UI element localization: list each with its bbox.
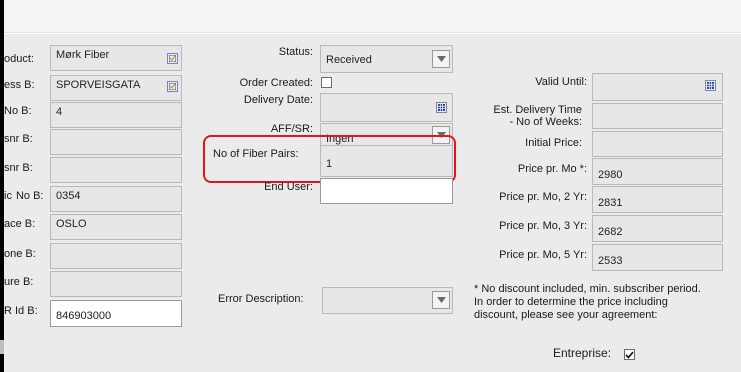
price-mo-value: 2980 bbox=[598, 169, 623, 181]
status-label: Status: bbox=[278, 46, 313, 58]
price-3yr-field[interactable]: 2682 bbox=[592, 215, 723, 242]
place-field[interactable]: OSLO bbox=[50, 214, 182, 240]
house-no-value: 4 bbox=[56, 106, 63, 118]
phone-label: one B: bbox=[4, 248, 36, 260]
fiber-pairs-highlight bbox=[203, 135, 456, 183]
end-user-label: End User: bbox=[264, 181, 313, 193]
order-created-checkbox[interactable] bbox=[321, 77, 332, 88]
house-no-label: No B: bbox=[4, 105, 32, 117]
house-no-field[interactable]: 4 bbox=[50, 102, 182, 128]
phone-field[interactable] bbox=[50, 243, 182, 269]
entreprise-checkbox[interactable] bbox=[624, 349, 635, 360]
header-band bbox=[4, 0, 741, 33]
address-label: ess B: bbox=[4, 79, 35, 91]
delivery-date-field[interactable] bbox=[320, 93, 453, 122]
end-user-field[interactable] bbox=[320, 178, 453, 204]
r-id-value: 846903000 bbox=[56, 310, 112, 322]
delivery-date-label: Delivery Date: bbox=[243, 94, 313, 106]
price-3yr-value: 2682 bbox=[598, 226, 623, 238]
place-value: OSLO bbox=[56, 218, 87, 230]
price-2yr-label: Price pr. Mo, 2 Yr: bbox=[499, 191, 587, 203]
price-note-line-2: In order to determine the price includin… bbox=[474, 296, 668, 308]
field-5-input[interactable] bbox=[50, 157, 182, 183]
field-4-label: snr B: bbox=[4, 133, 33, 145]
r-id-field[interactable]: 846903000 bbox=[50, 300, 182, 327]
price-note-line-1: * No discount included, min. subscriber … bbox=[474, 283, 701, 295]
error-description-dropdown-button[interactable] bbox=[432, 291, 450, 309]
dropdown-arrow-icon bbox=[436, 56, 446, 62]
signature-label: ure B: bbox=[4, 276, 34, 288]
price-3yr-label: Price pr. Mo, 3 Yr: bbox=[499, 220, 587, 232]
status-dropdown-button[interactable] bbox=[432, 50, 450, 68]
price-5yr-value: 2533 bbox=[598, 255, 623, 267]
address-value: SPORVEISGATA bbox=[56, 79, 141, 91]
checkmark-icon bbox=[625, 350, 634, 359]
price-2yr-value: 2831 bbox=[598, 197, 623, 209]
price-note-line-3: discount, please see your agreement: bbox=[474, 309, 658, 321]
product-picker-icon[interactable] bbox=[167, 53, 178, 64]
price-mo-label: Price pr. Mo *: bbox=[517, 163, 587, 175]
price-mo-field[interactable]: 2980 bbox=[592, 158, 723, 185]
price-5yr-field[interactable]: 2533 bbox=[592, 244, 723, 271]
r-id-label: R Id B: bbox=[4, 305, 38, 317]
price-5yr-label: Price pr. Mo, 5 Yr: bbox=[499, 249, 587, 261]
status-value: Received bbox=[326, 54, 372, 66]
postal-no-value: 0354 bbox=[56, 190, 81, 202]
error-description-label: Error Description: bbox=[218, 293, 304, 305]
est-delivery-field[interactable] bbox=[592, 103, 723, 129]
initial-price-field[interactable] bbox=[592, 131, 723, 157]
initial-price-label: Initial Price: bbox=[525, 137, 582, 149]
price-2yr-field[interactable]: 2831 bbox=[592, 186, 723, 213]
order-created-label: Order Created: bbox=[239, 77, 313, 89]
postal-no-field[interactable]: 0354 bbox=[50, 186, 182, 212]
field-5-label: snr B: bbox=[4, 162, 33, 174]
valid-until-label: Valid Until: bbox=[535, 76, 587, 88]
est-delivery-label-2: - No of Weeks: bbox=[509, 116, 582, 128]
signature-field[interactable] bbox=[50, 271, 182, 297]
postal-no-label: ic No B: bbox=[4, 190, 43, 203]
place-label: ace B: bbox=[4, 218, 36, 230]
calendar-icon[interactable] bbox=[436, 102, 447, 113]
postal-no-label-text: No B: bbox=[15, 190, 44, 202]
address-field[interactable]: SPORVEISGATA bbox=[50, 75, 182, 101]
valid-until-field[interactable] bbox=[592, 73, 723, 101]
entreprise-label: Entreprise: bbox=[553, 346, 612, 360]
scroll-stub bbox=[0, 340, 4, 354]
postal-no-label-prefix: ic bbox=[4, 190, 12, 202]
product-value: Mørk Fiber bbox=[56, 49, 110, 61]
calendar-icon[interactable] bbox=[705, 80, 716, 91]
field-4-input[interactable] bbox=[50, 129, 182, 155]
product-field[interactable]: Mørk Fiber bbox=[50, 45, 182, 71]
product-label: oduct: bbox=[4, 53, 34, 65]
address-picker-icon[interactable] bbox=[167, 81, 178, 92]
dropdown-arrow-icon bbox=[436, 297, 446, 303]
